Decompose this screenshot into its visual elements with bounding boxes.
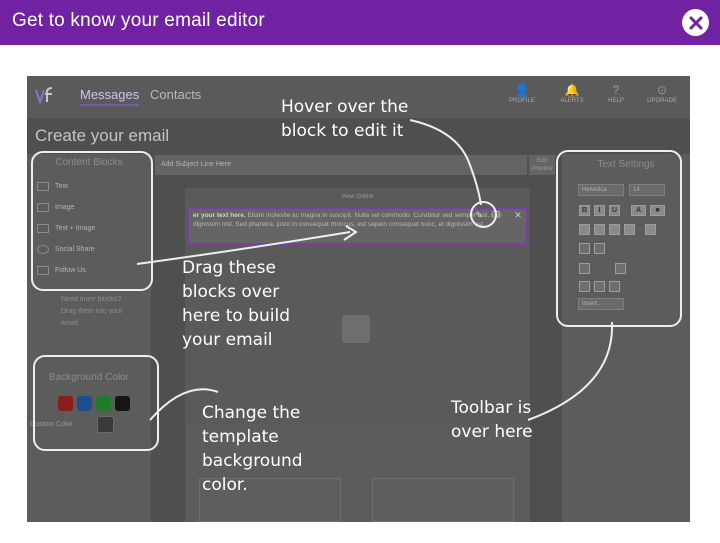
callout-arrows (136, 119, 614, 421)
hover-arrow (409, 119, 482, 206)
bg-callout: Change the template background color. (202, 403, 303, 495)
toolbar-callout: Toolbar is over here (451, 398, 533, 442)
hover-callout-text: Hover over the block to edit it (281, 97, 409, 141)
drag-callout: Drag these blocks over here to build you… (182, 258, 290, 350)
hover-callout: Hover over the block to edit it (281, 95, 411, 143)
